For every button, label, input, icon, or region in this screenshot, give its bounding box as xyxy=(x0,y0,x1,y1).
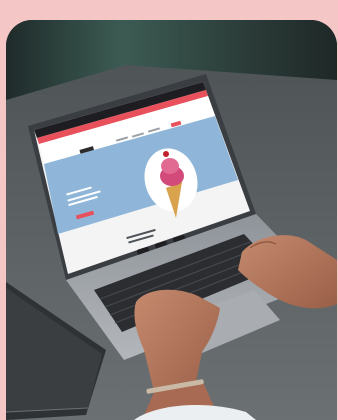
laptop-photo xyxy=(6,20,337,420)
photo-card xyxy=(6,20,337,420)
